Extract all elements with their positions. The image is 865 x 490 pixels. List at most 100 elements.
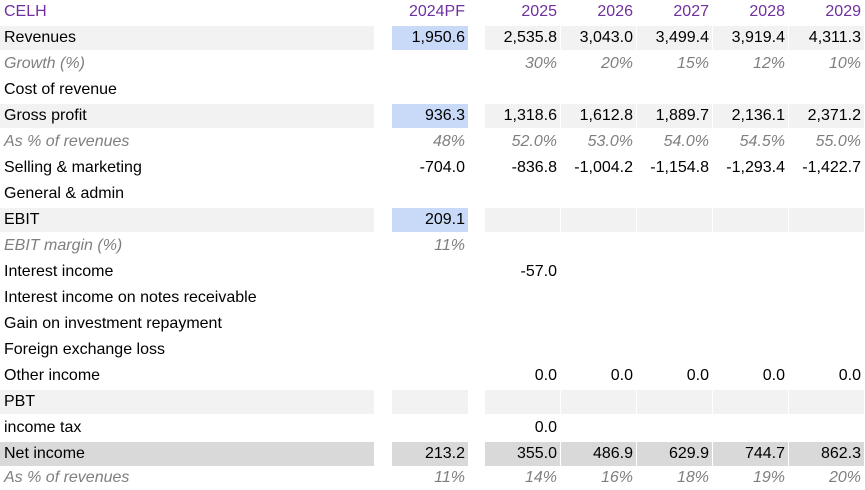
cell-2025[interactable]: 52.0% — [485, 130, 560, 154]
row-label[interactable]: Interest income on notes receivable — [0, 286, 374, 310]
cell-2029[interactable]: 20% — [789, 466, 864, 490]
cell-2025[interactable] — [485, 182, 560, 206]
cell-2028[interactable] — [713, 390, 788, 414]
cell-2028[interactable]: 3,919.4 — [713, 26, 788, 50]
cell-2024pf[interactable] — [392, 78, 468, 102]
cell-2029[interactable] — [789, 416, 864, 440]
cell-2024pf[interactable]: 11% — [392, 234, 468, 258]
cell-2029[interactable] — [789, 260, 864, 284]
cell-2029[interactable] — [789, 78, 864, 102]
cell-2024pf[interactable] — [392, 390, 468, 414]
cell-2024pf[interactable] — [392, 52, 468, 76]
cell-2024pf[interactable]: 48% — [392, 130, 468, 154]
cell-2025[interactable]: 0.0 — [485, 416, 560, 440]
cell-2024pf[interactable]: 213.2 — [392, 442, 468, 466]
cell-2028[interactable] — [713, 182, 788, 206]
cell-2024pf[interactable]: 11% — [392, 466, 468, 490]
cell-2024pf[interactable] — [392, 286, 468, 310]
cell-2026[interactable]: 1,612.8 — [561, 104, 636, 128]
cell-2024pf[interactable] — [392, 260, 468, 284]
cell-2027[interactable]: 54.0% — [637, 130, 712, 154]
cell-2024pf[interactable]: -704.0 — [392, 156, 468, 180]
cell-2028[interactable] — [713, 416, 788, 440]
row-label[interactable]: income tax — [0, 416, 374, 440]
row-label[interactable]: As % of revenues — [0, 130, 374, 154]
cell-2028[interactable] — [713, 260, 788, 284]
row-label[interactable]: General & admin — [0, 182, 374, 206]
row-label[interactable]: Revenues — [0, 26, 374, 50]
cell-2027[interactable]: 3,499.4 — [637, 26, 712, 50]
cell-2029[interactable] — [789, 234, 864, 258]
cell-2028[interactable] — [713, 338, 788, 362]
row-label[interactable]: EBIT margin (%) — [0, 234, 374, 258]
cell-2025[interactable] — [485, 208, 560, 232]
row-label[interactable]: PBT — [0, 390, 374, 414]
cell-2026[interactable] — [561, 286, 636, 310]
cell-2026[interactable]: -1,004.2 — [561, 156, 636, 180]
cell-2027[interactable]: 18% — [637, 466, 712, 490]
cell-2029[interactable]: 4,311.3 — [789, 26, 864, 50]
cell-2025[interactable]: 14% — [485, 466, 560, 490]
cell-2029[interactable]: 2,371.2 — [789, 104, 864, 128]
cell-2027[interactable] — [637, 234, 712, 258]
cell-2029[interactable]: -1,422.7 — [789, 156, 864, 180]
cell-2029[interactable]: 10% — [789, 52, 864, 76]
cell-2029[interactable] — [789, 182, 864, 206]
cell-2028[interactable]: 19% — [713, 466, 788, 490]
cell-2027[interactable] — [637, 260, 712, 284]
row-label[interactable]: Gross profit — [0, 104, 374, 128]
cell-2026[interactable] — [561, 182, 636, 206]
cell-2027[interactable] — [637, 312, 712, 336]
cell-2029[interactable]: 862.3 — [789, 442, 864, 466]
cell-2024pf[interactable] — [392, 338, 468, 362]
cell-2028[interactable]: 12% — [713, 52, 788, 76]
cell-2027[interactable]: -1,154.8 — [637, 156, 712, 180]
cell-2025[interactable] — [485, 78, 560, 102]
cell-2027[interactable] — [637, 182, 712, 206]
row-label[interactable]: Foreign exchange loss — [0, 338, 374, 362]
cell-2026[interactable]: 20% — [561, 52, 636, 76]
cell-2027[interactable] — [637, 208, 712, 232]
cell-2025[interactable]: 355.0 — [485, 442, 560, 466]
cell-2025[interactable]: 1,318.6 — [485, 104, 560, 128]
cell-2026[interactable] — [561, 416, 636, 440]
cell-2025[interactable] — [485, 234, 560, 258]
cell-2026[interactable] — [561, 390, 636, 414]
row-label[interactable]: As % of revenues — [0, 466, 374, 490]
cell-2026[interactable] — [561, 260, 636, 284]
cell-2026[interactable]: 16% — [561, 466, 636, 490]
cell-2027[interactable]: 629.9 — [637, 442, 712, 466]
cell-2025[interactable]: -836.8 — [485, 156, 560, 180]
cell-2027[interactable]: 0.0 — [637, 364, 712, 388]
cell-2026[interactable] — [561, 208, 636, 232]
cell-2025[interactable]: 30% — [485, 52, 560, 76]
row-label[interactable]: Growth (%) — [0, 52, 374, 76]
cell-2027[interactable] — [637, 338, 712, 362]
cell-2028[interactable]: 0.0 — [713, 364, 788, 388]
row-label[interactable]: EBIT — [0, 208, 374, 232]
cell-2024pf[interactable]: 1,950.6 — [392, 26, 468, 50]
cell-2025[interactable] — [485, 390, 560, 414]
cell-2028[interactable] — [713, 312, 788, 336]
cell-2026[interactable]: 53.0% — [561, 130, 636, 154]
cell-2027[interactable] — [637, 390, 712, 414]
cell-2024pf[interactable]: 936.3 — [392, 104, 468, 128]
cell-2029[interactable]: 0.0 — [789, 364, 864, 388]
cell-2025[interactable] — [485, 312, 560, 336]
cell-2027[interactable] — [637, 416, 712, 440]
cell-2026[interactable] — [561, 312, 636, 336]
cell-2025[interactable] — [485, 286, 560, 310]
cell-2024pf[interactable] — [392, 416, 468, 440]
cell-2029[interactable] — [789, 286, 864, 310]
cell-2026[interactable] — [561, 234, 636, 258]
cell-2027[interactable]: 1,889.7 — [637, 104, 712, 128]
cell-2026[interactable] — [561, 338, 636, 362]
row-label[interactable]: Cost of revenue — [0, 78, 374, 102]
row-label[interactable]: Gain on investment repayment — [0, 312, 374, 336]
cell-2028[interactable]: -1,293.4 — [713, 156, 788, 180]
cell-2025[interactable]: 2,535.8 — [485, 26, 560, 50]
cell-2028[interactable] — [713, 78, 788, 102]
cell-2024pf[interactable] — [392, 312, 468, 336]
cell-2028[interactable] — [713, 234, 788, 258]
cell-2028[interactable] — [713, 286, 788, 310]
